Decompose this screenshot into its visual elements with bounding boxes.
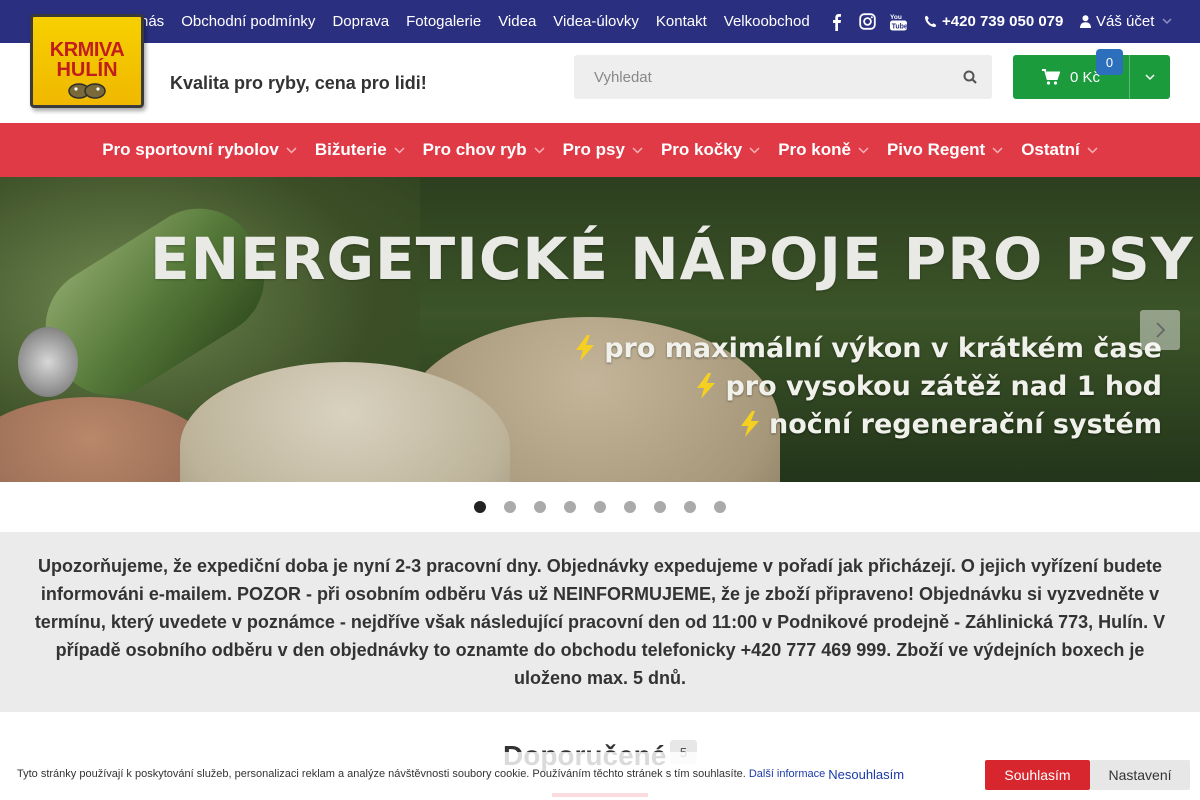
slider-dot[interactable]	[714, 501, 726, 513]
main-nav-jewelry[interactable]: Bižuterie	[315, 140, 405, 160]
user-icon	[1080, 15, 1091, 28]
chevron-down-icon	[534, 146, 545, 154]
banner-point: noční regenerační systém	[574, 405, 1162, 443]
top-bar: nás Obchodní podmínky Doprava Fotogaleri…	[0, 0, 1200, 43]
search-input[interactable]	[574, 55, 934, 99]
slider-dot[interactable]	[594, 501, 606, 513]
site-header: Kvalita pro ryby, cena pro lidi! 0 Kč 0	[0, 43, 1200, 123]
chevron-right-icon	[1156, 322, 1165, 338]
main-nav-label: Pro sportovní rybolov	[102, 140, 279, 159]
top-nav-link-catch-videos[interactable]: Videa-úlovky	[553, 13, 639, 30]
top-nav-link-wholesale[interactable]: Velkoobchod	[724, 13, 810, 30]
notice-text: Upozorňujeme, že expediční doba je nyní …	[34, 556, 1166, 688]
chevron-down-icon	[749, 146, 760, 154]
cookie-bar: Tyto stránky používají k poskytování slu…	[0, 752, 1200, 800]
phone-link[interactable]: +420 739 050 079	[924, 0, 1063, 43]
main-nav-cats[interactable]: Pro kočky	[661, 140, 760, 160]
banner-point-text: noční regenerační systém	[769, 408, 1162, 440]
chevron-down-icon	[632, 146, 643, 154]
fish-icon	[68, 83, 106, 99]
banner-point: pro maximální výkon v krátkém čase	[574, 329, 1162, 367]
cart-dropdown-toggle[interactable]	[1130, 55, 1170, 99]
main-nav-label: Pro kočky	[660, 140, 743, 159]
cart-widget: 0 Kč 0	[1013, 49, 1170, 99]
svg-text:You: You	[890, 14, 902, 21]
cookie-deny-link[interactable]: Nesouhlasím	[828, 767, 904, 782]
banner-point-text: pro maximální výkon v krátkém čase	[604, 332, 1162, 364]
main-nav-sport-fishing[interactable]: Pro sportovní rybolov	[102, 140, 297, 160]
tagline: Kvalita pro ryby, cena pro lidi!	[170, 73, 427, 93]
slider-dot[interactable]	[654, 501, 666, 513]
main-nav-fish-breeding[interactable]: Pro chov ryb	[423, 140, 545, 160]
cookie-more-info-link[interactable]: Další informace	[749, 768, 825, 780]
top-nav-link-contact[interactable]: Kontakt	[656, 13, 707, 30]
facebook-icon[interactable]	[826, 12, 846, 32]
main-nav-label: Pro chov ryb	[422, 140, 527, 159]
svg-text:Tube: Tube	[891, 23, 906, 30]
account-label: Váš účet	[1096, 13, 1155, 30]
slider-dot[interactable]	[504, 501, 516, 513]
search-box	[574, 55, 992, 99]
social-links: You Tube	[826, 0, 919, 43]
banner-points: pro maximální výkon v krátkém čase pro v…	[574, 329, 1162, 443]
banner-point-text: pro vysokou zátěž nad 1 hod	[725, 370, 1162, 402]
top-nav-link-shipping[interactable]: Doprava	[332, 13, 389, 30]
top-nav: nás Obchodní podmínky Doprava Fotogaleri…	[140, 0, 827, 43]
lightning-icon	[576, 335, 595, 361]
youtube-icon[interactable]: You Tube	[888, 12, 908, 32]
phone-number: +420 739 050 079	[942, 13, 1064, 30]
account-menu[interactable]: Váš účet	[1080, 0, 1177, 43]
slider-pagination	[0, 482, 1200, 532]
slider-dot[interactable]	[564, 501, 576, 513]
chevron-down-icon	[992, 146, 1003, 154]
chevron-down-icon	[1162, 18, 1172, 25]
slider-dot[interactable]	[534, 501, 546, 513]
top-nav-link-gallery[interactable]: Fotogalerie	[406, 13, 481, 30]
slider-dot[interactable]	[474, 501, 486, 513]
chevron-down-icon	[1145, 73, 1155, 80]
top-nav-link-videos[interactable]: Videa	[498, 13, 536, 30]
slider-dot[interactable]	[624, 501, 636, 513]
cookie-message: Tyto stránky používají k poskytování slu…	[17, 752, 904, 796]
main-nav-beer[interactable]: Pivo Regent	[887, 140, 1003, 160]
cookie-settings-button[interactable]: Nastavení	[1090, 760, 1190, 790]
lightning-icon	[741, 411, 760, 437]
logo-line2: HULÍN	[56, 59, 118, 81]
chevron-down-icon	[858, 146, 869, 154]
banner-title: ENERGETICKÉ NÁPOJE PRO PSY	[150, 225, 1194, 293]
cookie-accept-button[interactable]: Souhlasím	[985, 760, 1090, 790]
main-nav-label: Pro psy	[562, 140, 625, 159]
banner-point: pro vysokou zátěž nad 1 hod	[574, 367, 1162, 405]
main-nav-dogs[interactable]: Pro psy	[563, 140, 643, 160]
chevron-down-icon	[394, 146, 405, 154]
site-logo[interactable]: KRMIVA HULÍN	[30, 14, 144, 108]
slider-dot[interactable]	[684, 501, 696, 513]
shipping-notice: Upozorňujeme, že expediční doba je nyní …	[0, 532, 1200, 712]
chevron-down-icon	[286, 146, 297, 154]
lightning-icon	[697, 373, 716, 399]
cart-icon	[1041, 69, 1060, 85]
search-icon[interactable]	[962, 69, 978, 85]
battery-terminal-image	[18, 327, 78, 397]
cookie-text: Tyto stránky používají k poskytování slu…	[17, 768, 746, 780]
cart-count-badge: 0	[1096, 49, 1123, 75]
main-nav: Pro sportovní rybolov Bižuterie Pro chov…	[0, 123, 1200, 177]
slider-next-button[interactable]	[1140, 310, 1180, 350]
main-nav-other[interactable]: Ostatní	[1021, 140, 1098, 160]
main-nav-label: Ostatní	[1021, 140, 1080, 159]
chevron-down-icon	[1087, 146, 1098, 154]
top-nav-link-terms[interactable]: Obchodní podmínky	[181, 13, 315, 30]
main-nav-label: Bižuterie	[314, 140, 387, 159]
hero-slider[interactable]: ENERGETICKÉ NÁPOJE PRO PSY pro maximální…	[0, 177, 1200, 482]
main-nav-horses[interactable]: Pro koně	[778, 140, 869, 160]
phone-icon	[924, 15, 937, 28]
main-nav-label: Pro koně	[778, 140, 851, 159]
main-nav-label: Pivo Regent	[886, 140, 986, 159]
instagram-icon[interactable]	[857, 12, 877, 32]
